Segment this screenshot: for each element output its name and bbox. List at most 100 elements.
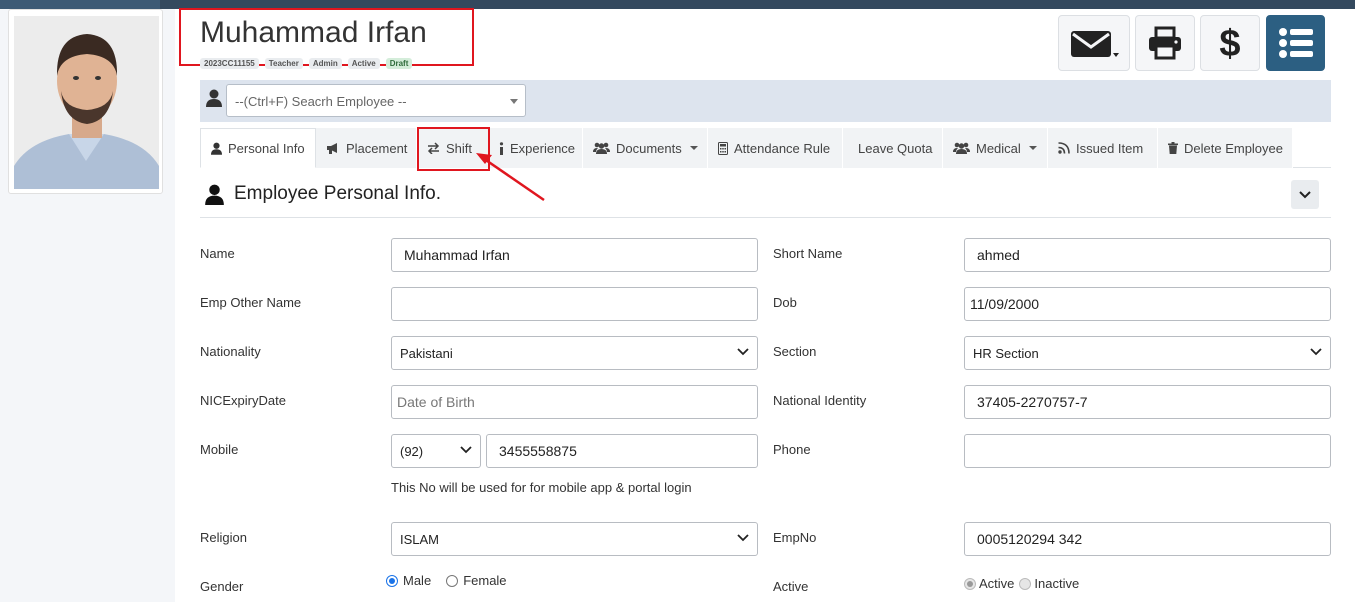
tab-issued-item[interactable]: Issued Item xyxy=(1048,128,1158,168)
name-label: Name xyxy=(200,246,235,261)
tab-attendance-rule[interactable]: Attendance Rule xyxy=(708,128,843,168)
top-bar-left xyxy=(0,0,160,9)
salary-button[interactable]: $ xyxy=(1200,15,1260,71)
mobile-hint: This No will be used for for mobile app … xyxy=(391,480,692,495)
nationality-label: Nationality xyxy=(200,344,261,359)
gender-female-label: Female xyxy=(463,573,507,588)
chevron-down-icon xyxy=(1310,348,1322,356)
tab-label: Leave Quota xyxy=(858,140,933,156)
badge-teacher: Teacher xyxy=(264,58,303,69)
employee-tabs: Personal Info Placement Shift Experience… xyxy=(200,128,1331,168)
tab-placement[interactable]: Placement xyxy=(316,128,417,168)
mobile-field[interactable]: 3455558875 xyxy=(486,434,758,468)
tab-label: Delete Employee xyxy=(1184,140,1283,156)
divider xyxy=(200,217,1331,218)
other-name-field[interactable] xyxy=(391,287,758,321)
empno-field[interactable]: 0005120294 342 xyxy=(964,522,1331,556)
chevron-down-icon xyxy=(737,534,749,542)
tab-label: Placement xyxy=(346,140,408,156)
users-icon xyxy=(593,142,610,154)
user-icon xyxy=(211,142,222,155)
tab-label: Medical xyxy=(976,140,1021,156)
gender-male-label: Male xyxy=(403,573,432,588)
short-name-label: Short Name xyxy=(773,246,843,261)
list-icon xyxy=(1278,28,1313,58)
badge-admin: Admin xyxy=(308,58,342,69)
dollar-icon: $ xyxy=(1219,24,1240,62)
active-option-label: Active xyxy=(979,576,1015,591)
gender-radio-group: Male Female xyxy=(386,573,507,588)
tab-documents[interactable]: Documents xyxy=(583,128,708,168)
employee-search-bar: --(Ctrl+F) Seacrh Employee -- xyxy=(200,80,1331,122)
nic-expiry-label: NICExpiryDate xyxy=(200,393,286,408)
religion-select[interactable]: ISLAM xyxy=(391,522,758,556)
other-name-label: Emp Other Name xyxy=(200,295,302,310)
tab-leave-quota[interactable]: Leave Quota xyxy=(843,128,943,168)
empno-label: EmpNo xyxy=(773,530,817,545)
active-label: Active xyxy=(773,579,809,594)
section-title-text: Employee Personal Info. xyxy=(234,183,442,204)
employee-search-select[interactable]: --(Ctrl+F) Seacrh Employee -- xyxy=(226,84,526,117)
user-icon xyxy=(206,89,222,107)
chevron-down-icon xyxy=(737,348,749,356)
calculator-icon xyxy=(718,141,728,155)
gender-female-radio[interactable] xyxy=(446,574,459,587)
religion-value: ISLAM xyxy=(400,532,440,547)
inactive-radio[interactable] xyxy=(1019,577,1032,590)
caret-down-icon xyxy=(689,146,698,150)
nationality-value: Pakistani xyxy=(400,346,453,361)
active-radio[interactable] xyxy=(964,577,976,590)
employee-photo[interactable] xyxy=(14,16,159,189)
list-button[interactable] xyxy=(1266,15,1325,71)
badge-code: 2023CC11155 xyxy=(200,58,259,69)
email-button[interactable] xyxy=(1058,15,1130,71)
tab-label: Personal Info xyxy=(228,140,305,156)
users-icon xyxy=(953,142,970,154)
tab-personal-info[interactable]: Personal Info xyxy=(200,128,316,168)
printer-icon xyxy=(1149,26,1181,60)
chevron-down-icon xyxy=(510,99,518,104)
employee-search-placeholder: --(Ctrl+F) Seacrh Employee -- xyxy=(235,94,407,109)
tab-delete-employee[interactable]: Delete Employee xyxy=(1158,128,1293,168)
svg-text:$: $ xyxy=(1219,24,1240,62)
national-identity-label: National Identity xyxy=(773,393,867,408)
profile-photo-card xyxy=(8,9,163,194)
chevron-down-icon xyxy=(460,446,472,454)
nic-expiry-field[interactable]: Date of Birth xyxy=(391,385,758,419)
chevron-down-icon xyxy=(1299,190,1311,198)
print-button[interactable] xyxy=(1135,15,1195,71)
religion-label: Religion xyxy=(200,530,247,545)
badge-draft: Draft xyxy=(385,58,413,69)
caret-down-icon xyxy=(1028,146,1037,150)
tab-label: Issued Item xyxy=(1076,140,1144,156)
phone-field[interactable] xyxy=(964,434,1331,468)
short-name-field[interactable]: ahmed xyxy=(964,238,1331,272)
annotation-arrow xyxy=(476,153,545,202)
mobile-code-value: (92) xyxy=(400,444,424,459)
dob-label: Dob xyxy=(773,295,797,310)
nationality-select[interactable]: Pakistani xyxy=(391,336,758,370)
envelope-icon xyxy=(1071,31,1119,57)
badge-active: Active xyxy=(347,58,380,69)
phone-label: Phone xyxy=(773,442,811,457)
section-label: Section xyxy=(773,344,817,359)
tab-medical[interactable]: Medical xyxy=(943,128,1048,168)
gender-male-radio[interactable] xyxy=(386,574,398,587)
section-title: Employee Personal Info. xyxy=(205,183,441,205)
national-identity-field[interactable]: 37405-2270757-7 xyxy=(964,385,1331,419)
rss-icon xyxy=(1058,142,1070,154)
dob-field[interactable]: 11/09/2000 xyxy=(964,287,1331,321)
section-value: HR Section xyxy=(973,346,1039,361)
section-select[interactable]: HR Section xyxy=(964,336,1331,370)
active-radio-group: Active Inactive xyxy=(964,576,1079,591)
tab-label: Documents xyxy=(616,140,682,156)
gender-label: Gender xyxy=(200,579,244,594)
mobile-code-select[interactable]: (92) xyxy=(391,434,481,468)
inactive-option-label: Inactive xyxy=(1034,576,1080,591)
user-icon xyxy=(205,184,224,205)
tab-label: Attendance Rule xyxy=(734,140,831,156)
bullhorn-icon xyxy=(326,142,340,155)
name-field[interactable]: Muhammad Irfan xyxy=(391,238,758,272)
collapse-button[interactable] xyxy=(1291,180,1319,209)
employee-badges: 2023CC11155 Teacher Admin Active Draft xyxy=(200,58,413,69)
